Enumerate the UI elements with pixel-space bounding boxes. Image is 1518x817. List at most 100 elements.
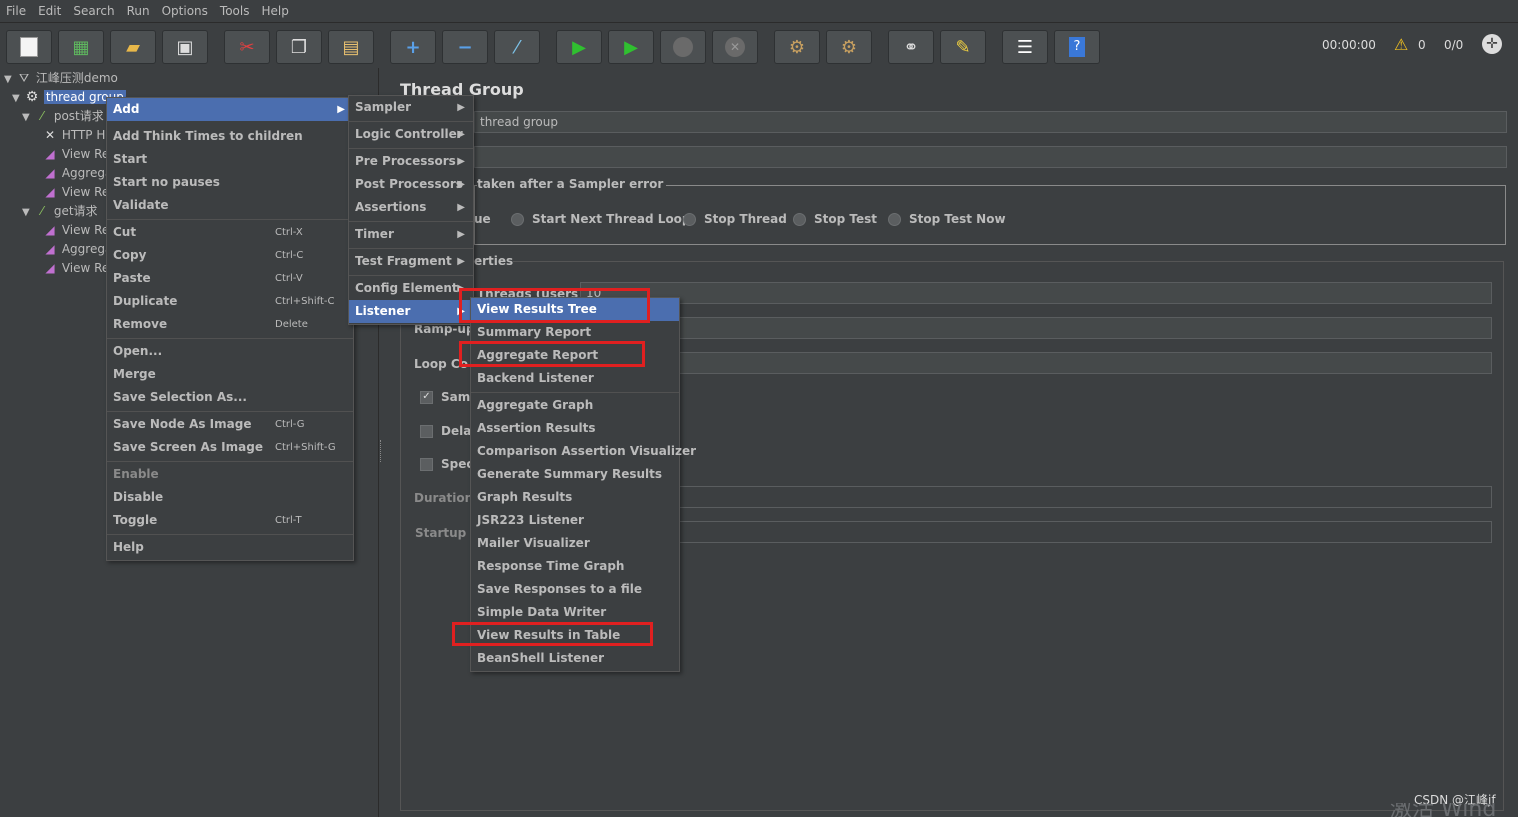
submenu-item-timer[interactable]: Timer ▶ <box>349 223 473 246</box>
expand-arrow-icon[interactable]: ▼ <box>4 71 16 89</box>
menu-edit[interactable]: Edit <box>32 0 67 18</box>
submenu-item-logic-controller[interactable]: Logic Controller ▶ <box>349 123 473 146</box>
start-icon[interactable]: ▶ <box>556 30 602 64</box>
threads-field[interactable]: 10 <box>580 282 1492 304</box>
tree-node-http[interactable]: ✕ HTTP H <box>42 126 105 144</box>
cut-icon[interactable]: ✂ <box>224 30 270 64</box>
listener-view-results-in-table[interactable]: View Results in Table <box>471 624 679 647</box>
tree-node-aggregate-2[interactable]: ◢ Aggrega <box>42 240 112 258</box>
start-no-pauses-icon[interactable]: ▶ <box>608 30 654 64</box>
menu-search[interactable]: Search <box>67 0 120 18</box>
paste-icon[interactable]: ▤ <box>328 30 374 64</box>
tree-node-root[interactable]: ▼ ⛛ 江峰压测demo <box>4 69 118 87</box>
expand-arrow-icon[interactable]: ▼ <box>12 90 24 108</box>
tree-node-post[interactable]: ▼ ⁄ post请求 <box>22 107 104 125</box>
menu-options[interactable]: Options <box>156 0 214 18</box>
expand-icon[interactable]: + <box>390 30 436 64</box>
listener-generate-summary-results[interactable]: Generate Summary Results <box>471 463 679 486</box>
tree-node-label: 江峰压测demo <box>35 71 118 85</box>
rampup-field[interactable] <box>580 317 1492 339</box>
menu-help[interactable]: Help <box>255 0 294 18</box>
listener-view-results-tree[interactable]: View Results Tree <box>471 298 679 321</box>
copy-icon[interactable]: ❐ <box>276 30 322 64</box>
menu-item-paste[interactable]: Paste Ctrl-V <box>107 267 353 290</box>
menu-item-copy[interactable]: Copy Ctrl-C <box>107 244 353 267</box>
collapse-icon[interactable]: − <box>442 30 488 64</box>
menu-item-start-no-pauses[interactable]: Start no pauses <box>107 171 353 194</box>
tree-node-view-results-1[interactable]: ◢ View Re <box>42 145 109 163</box>
menu-item-add-think-times[interactable]: Add Think Times to children <box>107 125 353 148</box>
listener-beanshell-listener[interactable]: BeanShell Listener <box>471 647 679 670</box>
menu-item-duplicate[interactable]: Duplicate Ctrl+Shift-C <box>107 290 353 313</box>
radio-stop-thread[interactable]: Stop Thread <box>683 212 787 226</box>
open-icon[interactable]: ▰ <box>110 30 156 64</box>
listener-graph-results[interactable]: Graph Results <box>471 486 679 509</box>
submenu-item-listener[interactable]: Listener ▶ <box>349 300 473 323</box>
submenu-item-config-element[interactable]: Config Element ▶ <box>349 277 473 300</box>
menu-item-merge[interactable]: Merge <box>107 363 353 386</box>
listener-aggregate-report[interactable]: Aggregate Report <box>471 344 679 367</box>
menu-item-start[interactable]: Start <box>107 148 353 171</box>
radio-stop-test-now[interactable]: Stop Test Now <box>888 212 1006 226</box>
menu-item-validate[interactable]: Validate <box>107 194 353 217</box>
specify-lifetime-checkbox[interactable]: Spec <box>420 457 473 471</box>
comments-field[interactable] <box>474 146 1507 168</box>
listener-save-responses[interactable]: Save Responses to a file <box>471 578 679 601</box>
menu-item-open[interactable]: Open... <box>107 340 353 363</box>
search-icon[interactable]: ⚭ <box>888 30 934 64</box>
warning-icon[interactable]: ⚠ <box>1394 35 1408 54</box>
listener-backend-listener[interactable]: Backend Listener <box>471 367 679 390</box>
submenu-item-post-processors[interactable]: Post Processors ▶ <box>349 173 473 196</box>
remote-icon[interactable]: ✛ <box>1482 34 1502 54</box>
toggle-icon[interactable]: ⁄ <box>494 30 540 64</box>
tree-node-view-results-3[interactable]: ◢ View Re <box>42 221 109 239</box>
listener-response-time-graph[interactable]: Response Time Graph <box>471 555 679 578</box>
radio-start-next-loop[interactable]: Start Next Thread Loop <box>511 212 691 226</box>
tree-node-get[interactable]: ▼ ⁄ get请求 <box>22 202 98 220</box>
listener-simple-data-writer[interactable]: Simple Data Writer <box>471 601 679 624</box>
save-icon[interactable]: ▣ <box>162 30 208 64</box>
listener-jsr223-listener[interactable]: JSR223 Listener <box>471 509 679 532</box>
tree-node-view-results-4[interactable]: ◢ View Re <box>42 259 109 277</box>
expand-arrow-icon[interactable]: ▼ <box>22 204 34 222</box>
menu-run[interactable]: Run <box>121 0 156 18</box>
listener-aggregate-graph[interactable]: Aggregate Graph <box>471 394 679 417</box>
submenu-item-sampler[interactable]: Sampler ▶ <box>349 96 473 119</box>
submenu-item-test-fragment[interactable]: Test Fragment ▶ <box>349 250 473 273</box>
clear-all-icon[interactable]: ⚙ <box>826 30 872 64</box>
menu-tools[interactable]: Tools <box>214 0 256 18</box>
submenu-item-assertions[interactable]: Assertions ▶ <box>349 196 473 219</box>
listener-mailer-visualizer[interactable]: Mailer Visualizer <box>471 532 679 555</box>
menu-item-save-node-image[interactable]: Save Node As Image Ctrl-G <box>107 413 353 436</box>
help-icon[interactable]: ? <box>1054 30 1100 64</box>
tree-node-aggregate-1[interactable]: ◢ Aggrega <box>42 164 112 182</box>
duration-field[interactable] <box>580 486 1492 508</box>
function-helper-icon[interactable]: ☰ <box>1002 30 1048 64</box>
new-icon[interactable] <box>6 30 52 64</box>
radio-stop-test[interactable]: Stop Test <box>793 212 877 226</box>
clear-icon[interactable]: ⚙ <box>774 30 820 64</box>
menu-item-help[interactable]: Help <box>107 536 353 559</box>
startup-delay-field[interactable] <box>580 521 1492 543</box>
stop-icon[interactable] <box>660 30 706 64</box>
listener-assertion-results[interactable]: Assertion Results <box>471 417 679 440</box>
shutdown-icon[interactable]: ✕ <box>712 30 758 64</box>
loop-count-field[interactable] <box>580 352 1492 374</box>
menu-separator <box>107 219 353 220</box>
templates-icon[interactable]: ▦ <box>58 30 104 64</box>
menu-item-toggle[interactable]: Toggle Ctrl-T <box>107 509 353 532</box>
tree-node-view-results-2[interactable]: ◢ View Re <box>42 183 109 201</box>
menu-item-cut[interactable]: Cut Ctrl-X <box>107 221 353 244</box>
expand-arrow-icon[interactable]: ▼ <box>22 109 34 127</box>
submenu-item-pre-processors[interactable]: Pre Processors ▶ <box>349 150 473 173</box>
listener-summary-report[interactable]: Summary Report <box>471 321 679 344</box>
listener-comparison-assertion-visualizer[interactable]: Comparison Assertion Visualizer <box>471 440 696 463</box>
menu-item-save-selection[interactable]: Save Selection As... <box>107 386 353 409</box>
menu-item-remove[interactable]: Remove Delete <box>107 313 353 336</box>
reset-search-icon[interactable]: ✎ <box>940 30 986 64</box>
name-field[interactable]: thread group <box>474 111 1507 133</box>
menu-file[interactable]: File <box>0 0 32 18</box>
menu-item-save-screen-image[interactable]: Save Screen As Image Ctrl+Shift-G <box>107 436 353 459</box>
menu-item-disable[interactable]: Disable <box>107 486 353 509</box>
menu-item-add[interactable]: Add ▶ <box>107 98 353 121</box>
